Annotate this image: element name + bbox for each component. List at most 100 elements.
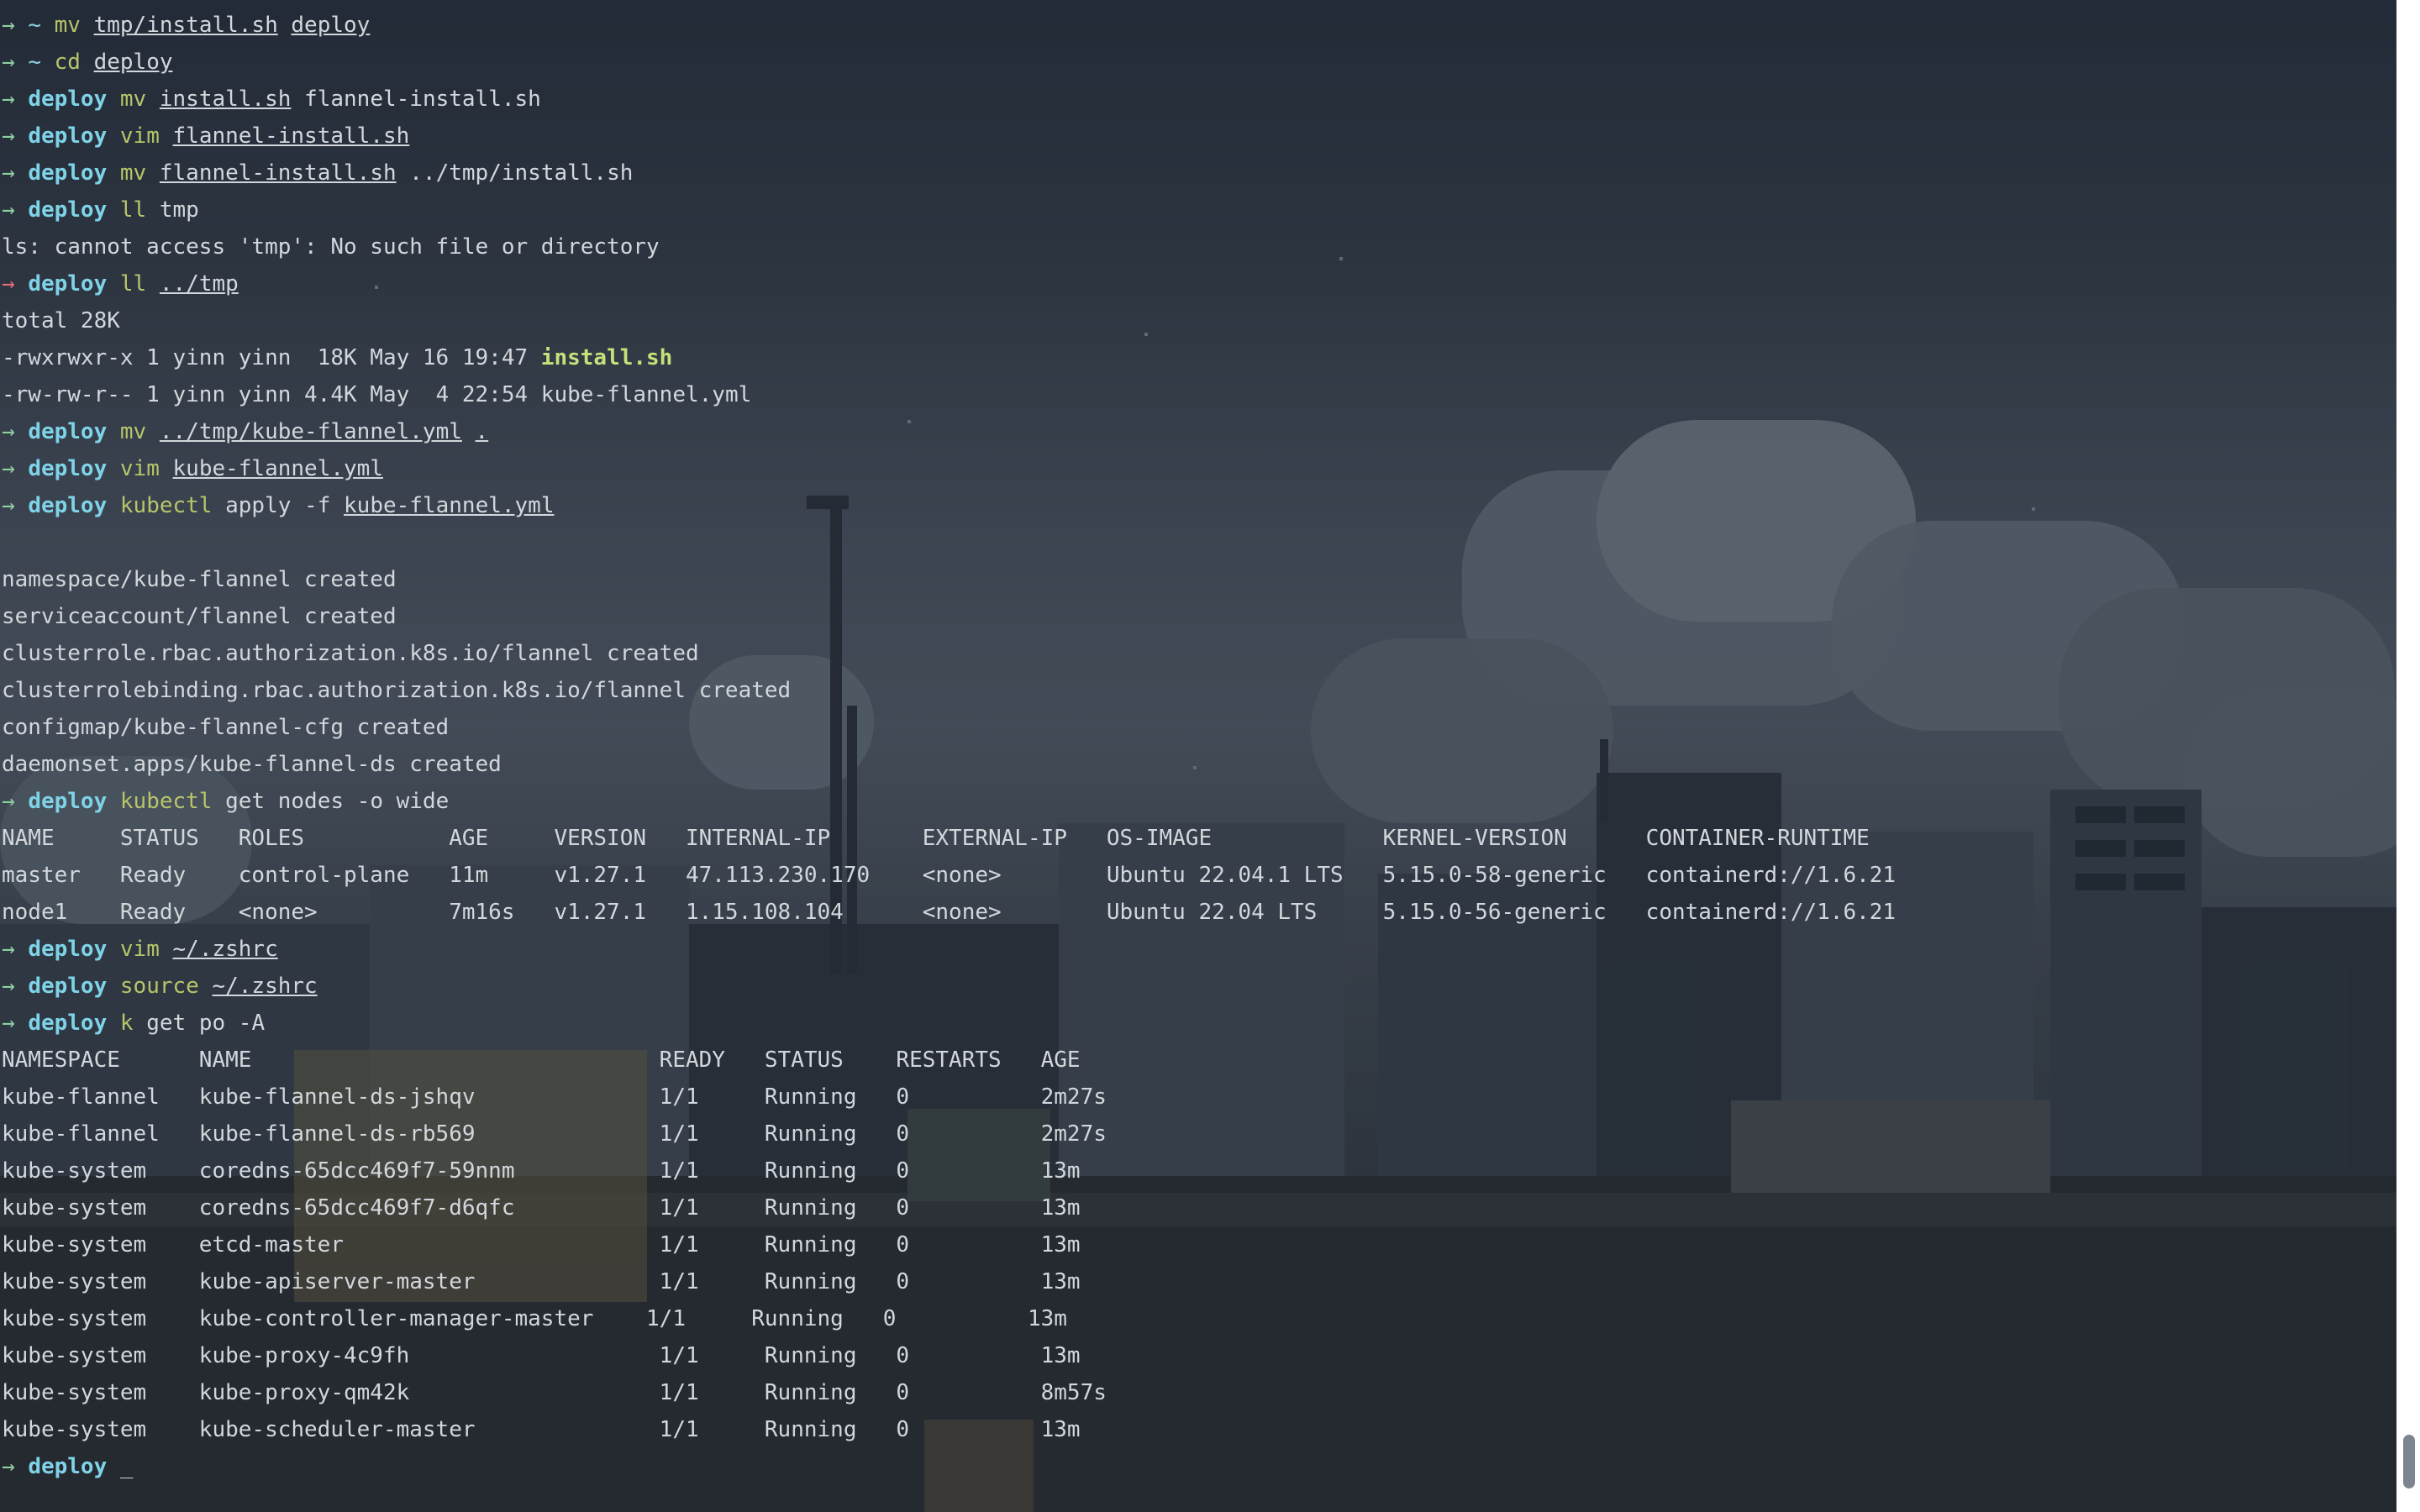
command-name: vim [119, 937, 160, 962]
output-line: node1 Ready <none> 7m16s v1.27.1 1.15.10… [2, 894, 2388, 931]
prompt-line: → deploy kubectl get nodes -o wide [2, 783, 2388, 820]
output-text: kube-system kube-controller-manager-mast… [2, 1306, 1067, 1331]
command-name: mv [119, 160, 147, 186]
file-name: install.sh [540, 345, 673, 370]
prompt-line: → ~ mv tmp/install.sh deploy [2, 7, 2388, 44]
prompt-arrow-icon: → [2, 160, 15, 186]
output-text: namespace/kube-flannel created [2, 567, 397, 592]
prompt-arrow-icon: → [2, 1454, 15, 1479]
prompt-line: → ~ cd deploy [2, 44, 2388, 81]
prompt-line: → deploy mv flannel-install.sh ../tmp/in… [2, 155, 2388, 192]
prompt-arrow-icon: → [2, 974, 15, 999]
output-line: clusterrolebinding.rbac.authorization.k8… [2, 672, 2388, 709]
output-line: total 28K [2, 302, 2388, 339]
output-text: NAMESPACE NAME READY STATUS RESTARTS AGE [2, 1047, 1081, 1073]
output-line: kube-flannel kube-flannel-ds-rb569 1/1 R… [2, 1116, 2388, 1152]
output-line: NAMESPACE NAME READY STATUS RESTARTS AGE [2, 1042, 2388, 1079]
prompt-arrow-icon: → [2, 13, 15, 38]
prompt-arrow-icon: → [2, 87, 15, 112]
prompt-directory: deploy [28, 974, 108, 999]
command-argument: -o [356, 789, 383, 814]
output-text: kube-flannel kube-flannel-ds-jshqv 1/1 R… [2, 1084, 1107, 1110]
prompt-line: → deploy k get po -A [2, 1005, 2388, 1042]
prompt-line: → deploy source ~/.zshrc [2, 968, 2388, 1005]
command-name: cd [54, 50, 81, 75]
output-text: node1 Ready <none> 7m16s v1.27.1 1.15.10… [2, 900, 1897, 925]
prompt-arrow-icon: → [2, 50, 15, 75]
output-text: configmap/kube-flannel-cfg created [2, 715, 450, 740]
prompt-arrow-icon: → [2, 271, 15, 297]
output-text: kube-system kube-proxy-4c9fh 1/1 Running… [2, 1343, 1081, 1368]
output-text: ls: cannot access 'tmp': No such file or… [2, 234, 660, 260]
output-text: kube-system etcd-master 1/1 Running 0 13… [2, 1232, 1081, 1257]
command-argument: kube-flannel.yml [172, 456, 383, 481]
file-name: kube-flannel.yml [540, 382, 752, 407]
command-name: k [119, 1011, 134, 1036]
output-line: kube-system kube-proxy-4c9fh 1/1 Running… [2, 1337, 2388, 1374]
command-argument: -A [238, 1011, 266, 1036]
command-argument: get [146, 1011, 187, 1036]
prompt-arrow-icon: → [2, 493, 15, 518]
prompt-line: → deploy vim ~/.zshrc [2, 931, 2388, 968]
output-line: kube-system coredns-65dcc469f7-d6qfc 1/1… [2, 1189, 2388, 1226]
prompt-line: → deploy mv ../tmp/kube-flannel.yml . [2, 413, 2388, 450]
prompt-directory: deploy [28, 160, 108, 186]
prompt-line: → deploy mv install.sh flannel-install.s… [2, 81, 2388, 118]
prompt-directory: deploy [28, 937, 108, 962]
output-line: kube-flannel kube-flannel-ds-jshqv 1/1 R… [2, 1079, 2388, 1116]
command-name: mv [119, 419, 147, 444]
command-argument: ~/.zshrc [172, 937, 278, 962]
prompt-directory: deploy [28, 493, 108, 518]
command-argument: tmp [159, 197, 199, 223]
prompt-directory: deploy [28, 1011, 108, 1036]
prompt-directory: deploy [28, 87, 108, 112]
file-permissions: -rw-rw-r-- 1 yinn yinn 4.4K May 4 22:54 [2, 382, 541, 407]
command-name: mv [54, 13, 81, 38]
prompt-arrow-icon: → [2, 937, 15, 962]
command-name: vim [119, 456, 160, 481]
output-line: daemonset.apps/kube-flannel-ds created [2, 746, 2388, 783]
text-cursor[interactable]: _ [120, 1454, 134, 1479]
output-line: kube-system kube-controller-manager-mast… [2, 1300, 2388, 1337]
prompt-arrow-icon: → [2, 789, 15, 814]
prompt-directory: ~ [28, 50, 41, 75]
command-argument: kube-flannel.yml [344, 493, 555, 518]
output-line: kube-system kube-scheduler-master 1/1 Ru… [2, 1411, 2388, 1448]
command-argument: deploy [291, 13, 371, 38]
prompt-line: → deploy kubectl apply -f kube-flannel.y… [2, 487, 2388, 524]
output-line: -rwxrwxr-x 1 yinn yinn 18K May 16 19:47 … [2, 339, 2388, 376]
output-line: clusterrole.rbac.authorization.k8s.io/fl… [2, 635, 2388, 672]
scrollbar-thumb[interactable] [2403, 1435, 2415, 1488]
prompt-arrow-icon: → [2, 419, 15, 444]
command-argument: install.sh [159, 87, 292, 112]
file-permissions: -rwxrwxr-x 1 yinn yinn 18K May 16 19:47 [2, 345, 541, 370]
command-name: source [119, 974, 199, 999]
output-text: serviceaccount/flannel created [2, 604, 397, 629]
command-argument: -f [304, 493, 331, 518]
output-text: kube-system kube-scheduler-master 1/1 Ru… [2, 1417, 1081, 1442]
command-argument: po [198, 1011, 226, 1036]
command-argument: flannel-install.sh [172, 123, 410, 149]
terminal-output[interactable]: → ~ mv tmp/install.sh deploy → ~ cd deplo… [0, 7, 2388, 1485]
prompt-directory: deploy [28, 123, 108, 149]
output-line: kube-system etcd-master 1/1 Running 0 13… [2, 1226, 2388, 1263]
prompt-arrow-icon: → [2, 123, 15, 149]
command-argument: . [475, 419, 489, 444]
output-line: configmap/kube-flannel-cfg created [2, 709, 2388, 746]
command-name: ll [119, 271, 147, 297]
command-argument: ../tmp/kube-flannel.yml [159, 419, 462, 444]
output-line: master Ready control-plane 11m v1.27.1 4… [2, 857, 2388, 894]
command-argument: ~/.zshrc [212, 974, 318, 999]
prompt-line: → deploy vim flannel-install.sh [2, 118, 2388, 155]
prompt-directory: deploy [28, 1454, 108, 1479]
command-argument: apply [225, 493, 292, 518]
prompt-arrow-icon: → [2, 197, 15, 223]
command-argument: tmp/install.sh [93, 13, 278, 38]
command-argument: nodes [277, 789, 345, 814]
prompt-directory: deploy [28, 789, 108, 814]
prompt-line: → deploy ll ../tmp [2, 265, 2388, 302]
scrollbar[interactable] [2396, 0, 2420, 1512]
prompt-directory: ~ [28, 13, 41, 38]
command-name: kubectl [119, 789, 213, 814]
output-line: NAME STATUS ROLES AGE VERSION INTERNAL-I… [2, 820, 2388, 857]
